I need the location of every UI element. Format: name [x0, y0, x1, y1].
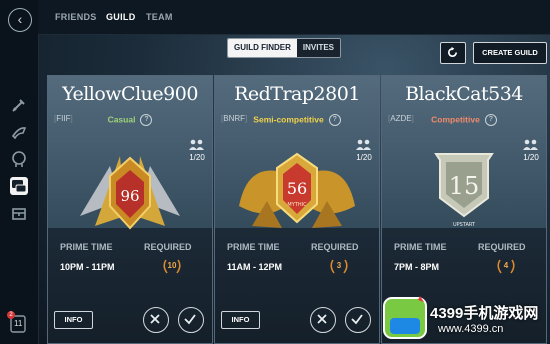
watermark-logo-icon: [383, 296, 427, 339]
check-icon: [351, 314, 363, 325]
refresh-button[interactable]: [440, 42, 466, 64]
help-icon[interactable]: ?: [328, 114, 341, 126]
emblem-caption: UPSTART: [453, 222, 476, 228]
chat-icon[interactable]: [10, 177, 28, 195]
guild-name: BlackCat534: [405, 83, 523, 105]
prime-time-value: 7PM - 8PM: [394, 262, 440, 272]
watermark-url: www.4399.cn: [438, 323, 504, 335]
required-level: 3: [328, 257, 350, 275]
check-icon: [184, 314, 196, 325]
emblem-level: 15: [449, 172, 480, 200]
required-label: REQUIRED: [478, 242, 526, 252]
required-label: REQUIRED: [311, 242, 359, 252]
emblem-level: 96: [120, 187, 139, 205]
notification-count: 2: [7, 311, 15, 319]
horn-icon[interactable]: [10, 124, 28, 142]
guild-card-yellowclue900[interactable]: YellowClue900 [FIIF] Casual? 1/20 96 PRI…: [47, 75, 213, 344]
help-icon[interactable]: ?: [140, 114, 153, 126]
accept-button[interactable]: [345, 307, 371, 333]
members-icon: [523, 139, 538, 150]
guild-emblem: 15 UPSTART: [434, 153, 494, 228]
refresh-icon: [447, 46, 458, 58]
prime-time-value: 11AM - 12PM: [227, 262, 283, 272]
decline-button[interactable]: [143, 307, 169, 333]
sidebar: ‹ 2 11: [0, 0, 39, 344]
tab-guild[interactable]: GUILD: [106, 12, 136, 22]
notification-value: 11: [14, 319, 23, 328]
create-guild-button[interactable]: CREATE GUILD: [473, 42, 547, 64]
watermark-title: 4399手机游戏网: [430, 305, 539, 322]
info-button[interactable]: INFO: [54, 311, 93, 329]
help-icon[interactable]: ?: [484, 114, 497, 126]
watermark: 4399手机游戏网 www.4399.cn: [380, 292, 550, 344]
tab-invites[interactable]: INVITES: [296, 39, 341, 57]
accept-button[interactable]: [178, 307, 204, 333]
chevron-left-icon: ‹: [17, 11, 23, 27]
guild-name: YellowClue900: [62, 83, 198, 105]
required-level: 4: [495, 257, 517, 275]
guild-style: Casual?: [48, 114, 212, 126]
top-navigation: FRIENDS GUILD TEAM: [38, 0, 550, 35]
required-label: REQUIRED: [144, 242, 192, 252]
prime-time-value: 10PM - 11PM: [60, 262, 115, 272]
head-icon[interactable]: [10, 150, 28, 168]
member-count: 1/20: [188, 139, 206, 162]
chest-icon[interactable]: [10, 204, 28, 222]
member-count: 1/20: [522, 139, 540, 162]
guild-emblem: 56 MYTHIC: [239, 152, 355, 228]
emblem-caption: MYTHIC: [287, 202, 307, 208]
notification-indicator[interactable]: 2 11: [7, 311, 27, 334]
close-icon: [317, 314, 327, 324]
tab-guild-finder[interactable]: GUILD FINDER: [228, 39, 297, 57]
guild-finder-toggle: GUILD FINDER INVITES: [227, 38, 342, 58]
member-count: 1/20: [355, 139, 373, 162]
guild-name: RedTrap2801: [234, 83, 360, 105]
tab-team[interactable]: TEAM: [146, 12, 173, 22]
prime-time-label: PRIME TIME: [394, 242, 447, 252]
required-level: 10: [161, 257, 183, 275]
back-button[interactable]: ‹: [8, 8, 32, 32]
prime-time-label: PRIME TIME: [227, 242, 280, 252]
emblem-level: 56: [287, 179, 307, 198]
members-icon: [189, 139, 204, 150]
guild-card-redtrap2801[interactable]: RedTrap2801 [BNRF] Semi-competitive? 1/2…: [214, 75, 380, 344]
sword-icon[interactable]: [10, 96, 28, 114]
guild-style: Competitive?: [382, 114, 546, 126]
guild-emblem: 96: [80, 156, 180, 230]
guild-style: Semi-competitive?: [215, 114, 379, 126]
tab-friends[interactable]: FRIENDS: [55, 12, 97, 22]
prime-time-label: PRIME TIME: [60, 242, 113, 252]
decline-button[interactable]: [310, 307, 336, 333]
close-icon: [150, 314, 160, 324]
members-icon: [356, 139, 371, 150]
info-button[interactable]: INFO: [221, 311, 260, 329]
